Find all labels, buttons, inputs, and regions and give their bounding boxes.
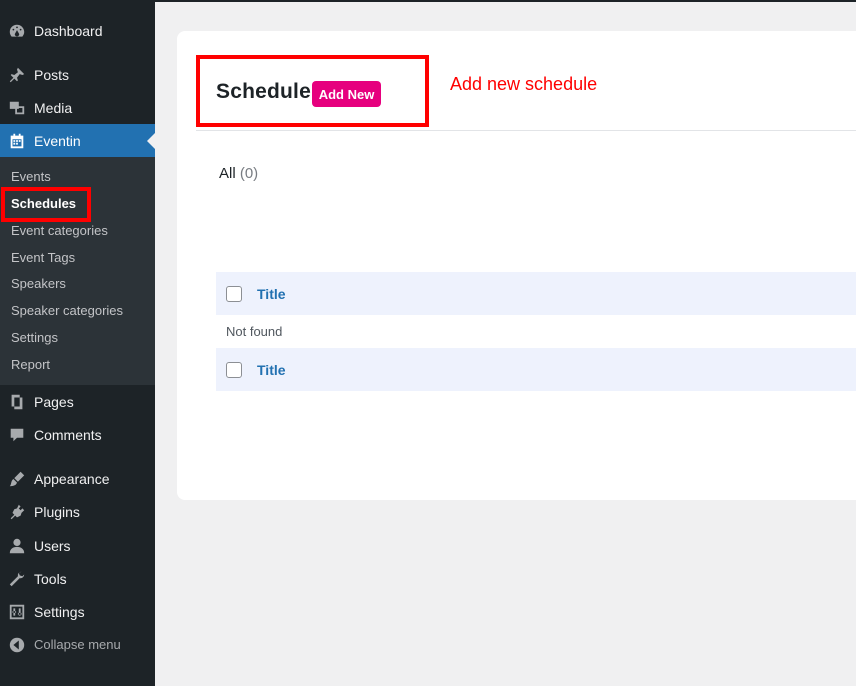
menu-label: Appearance <box>34 470 110 487</box>
admin-sidebar: Dashboard Posts Media Eventin Events Sch… <box>0 0 155 686</box>
submenu-item-settings[interactable]: Settings <box>11 328 58 348</box>
menu-label: Plugins <box>34 503 80 520</box>
empty-message: Not found <box>226 324 283 339</box>
table-footer-row: Title <box>216 348 856 391</box>
collapse-arrow-icon <box>7 635 27 655</box>
menu-label: Pages <box>34 393 74 410</box>
menu-label: Eventin <box>34 132 81 149</box>
menu-item-media[interactable]: Media <box>0 91 155 124</box>
filter-all-link[interactable]: All (0) <box>219 165 258 182</box>
select-all-checkbox[interactable] <box>226 285 242 302</box>
media-icon <box>7 98 27 118</box>
menu-item-pages[interactable]: Pages <box>0 385 155 418</box>
pin-icon <box>7 65 27 85</box>
plugin-icon <box>7 502 27 522</box>
header-divider <box>196 130 856 131</box>
pages-icon <box>7 392 27 412</box>
brush-icon <box>7 469 27 489</box>
table-empty-row: Not found <box>216 315 856 348</box>
menu-label: Dashboard <box>34 22 103 39</box>
menu-item-users[interactable]: Users <box>0 529 155 562</box>
menu-label: Media <box>34 99 73 116</box>
column-title-header[interactable]: Title <box>257 286 286 302</box>
select-all-checkbox-footer[interactable] <box>226 361 242 378</box>
submenu-item-speaker-categories[interactable]: Speaker categories <box>11 301 123 321</box>
highlight-box-title <box>196 55 429 127</box>
menu-label: Posts <box>34 66 70 83</box>
dashboard-icon <box>7 21 27 41</box>
menu-item-appearance[interactable]: Appearance <box>0 462 155 495</box>
user-icon <box>7 536 27 556</box>
calendar-icon <box>7 131 27 151</box>
comment-icon <box>7 425 27 445</box>
collapse-menu-button[interactable]: Collapse menu <box>0 628 155 661</box>
menu-item-comments[interactable]: Comments <box>0 418 155 451</box>
wrench-icon <box>7 569 27 589</box>
column-title-footer[interactable]: Title <box>257 362 286 378</box>
submenu-item-speakers[interactable]: Speakers <box>11 274 66 294</box>
menu-item-settings[interactable]: Settings <box>0 595 155 628</box>
settings-icon <box>7 602 27 622</box>
submenu-item-events[interactable]: Events <box>11 167 51 187</box>
submenu-item-event-tags[interactable]: Event Tags <box>11 248 75 268</box>
annotation-text: Add new schedule <box>450 74 598 94</box>
highlight-box-schedules <box>1 187 91 222</box>
menu-item-dashboard[interactable]: Dashboard <box>0 14 155 47</box>
filter-count: (0) <box>239 165 259 182</box>
top-edge-bar <box>155 0 856 2</box>
submenu-item-report[interactable]: Report <box>11 355 50 375</box>
collapse-label: Collapse menu <box>34 637 121 652</box>
menu-label: Comments <box>34 426 102 443</box>
menu-label: Tools <box>34 570 67 587</box>
submenu-item-event-categories[interactable]: Event categories <box>11 221 108 241</box>
menu-item-tools[interactable]: Tools <box>0 562 155 595</box>
menu-item-eventin[interactable]: Eventin <box>0 124 155 157</box>
table-header-row: Title <box>216 272 856 315</box>
menu-item-plugins[interactable]: Plugins <box>0 495 155 528</box>
filter-label: All <box>219 165 236 182</box>
menu-label: Settings <box>34 603 85 620</box>
menu-item-posts[interactable]: Posts <box>0 58 155 91</box>
menu-label: Users <box>34 537 71 554</box>
